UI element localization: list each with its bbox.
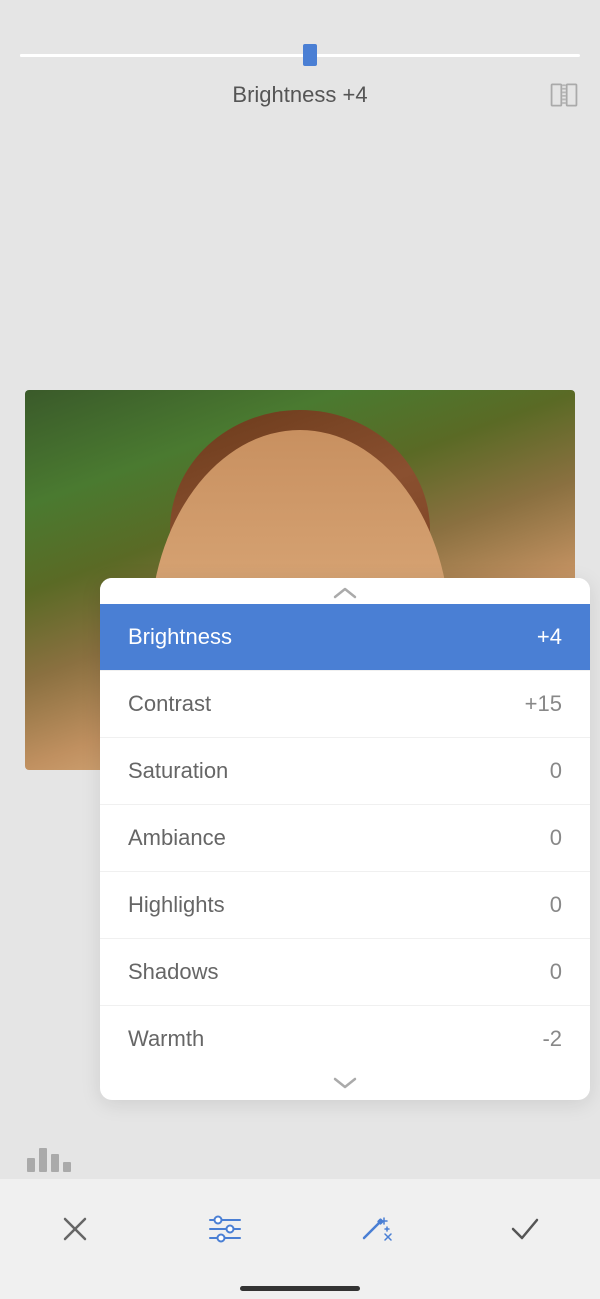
panel-item-saturation[interactable]: Saturation 0 — [100, 737, 590, 804]
confirm-button[interactable] — [495, 1199, 555, 1259]
panel-item-highlights[interactable]: Highlights 0 — [100, 871, 590, 938]
panel-chevron-up[interactable] — [100, 578, 590, 604]
slider-area: Brightness +4 — [0, 0, 600, 160]
auto-button[interactable] — [345, 1199, 405, 1259]
slider-track — [20, 54, 580, 57]
home-indicator — [240, 1286, 360, 1291]
item-label-highlights: Highlights — [128, 892, 225, 918]
item-label-warmth: Warmth — [128, 1026, 204, 1052]
adjustments-panel: Brightness+4Contrast+15Saturation0Ambian… — [100, 578, 590, 1100]
item-label-brightness: Brightness — [128, 624, 232, 650]
item-label-shadows: Shadows — [128, 959, 219, 985]
item-value-brightness: +4 — [537, 624, 562, 650]
slider-fill — [20, 54, 311, 57]
chevron-down-icon — [333, 1076, 357, 1090]
histogram-button[interactable] — [25, 1138, 71, 1179]
adjustments-button[interactable] — [195, 1199, 255, 1259]
item-value-shadows: 0 — [550, 959, 562, 985]
brightness-label: Brightness +4 — [232, 82, 367, 108]
panel-item-ambiance[interactable]: Ambiance 0 — [100, 804, 590, 871]
cancel-button[interactable] — [45, 1199, 105, 1259]
panel-item-brightness[interactable]: Brightness +4 — [100, 604, 590, 670]
chevron-up-icon — [333, 586, 357, 600]
panel-item-contrast[interactable]: Contrast +15 — [100, 670, 590, 737]
slider-label-row: Brightness +4 — [20, 82, 580, 108]
item-label-ambiance: Ambiance — [128, 825, 226, 851]
panel-item-warmth[interactable]: Warmth -2 — [100, 1005, 590, 1072]
compare-button[interactable] — [548, 79, 580, 111]
panel-chevron-down[interactable] — [100, 1072, 590, 1100]
item-value-saturation: 0 — [550, 758, 562, 784]
item-label-contrast: Contrast — [128, 691, 211, 717]
item-value-warmth: -2 — [542, 1026, 562, 1052]
bottom-toolbar — [0, 1179, 600, 1299]
slider-thumb[interactable] — [303, 44, 317, 66]
item-value-ambiance: 0 — [550, 825, 562, 851]
item-value-contrast: +15 — [525, 691, 562, 717]
item-label-saturation: Saturation — [128, 758, 228, 784]
item-value-highlights: 0 — [550, 892, 562, 918]
panel-item-shadows[interactable]: Shadows 0 — [100, 938, 590, 1005]
brightness-slider[interactable] — [20, 40, 580, 70]
